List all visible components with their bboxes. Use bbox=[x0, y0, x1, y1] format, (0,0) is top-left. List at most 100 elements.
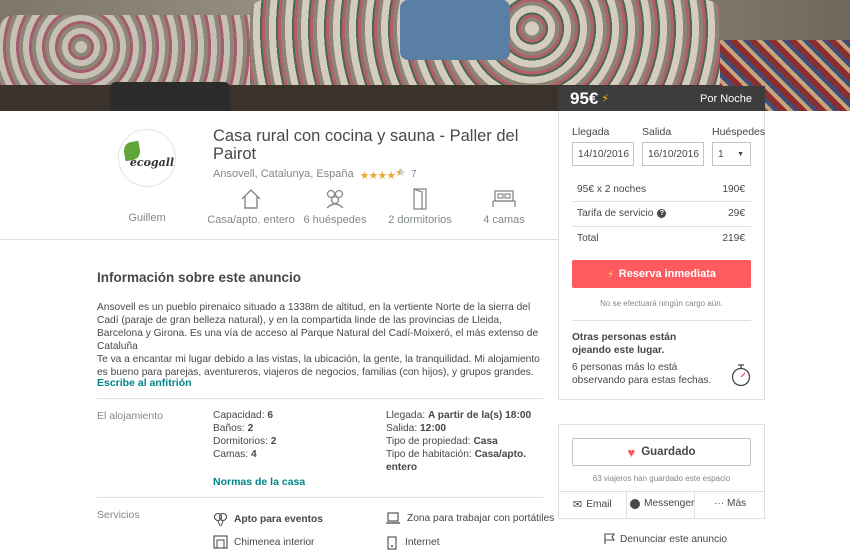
booking-divider bbox=[572, 320, 751, 321]
total-line: Total 219€ bbox=[577, 233, 745, 244]
fireplace-icon bbox=[213, 535, 228, 549]
baths-row: Baños: 2 bbox=[213, 422, 276, 435]
share-more-button[interactable]: ··· Más bbox=[714, 498, 746, 509]
total-label: Total bbox=[577, 233, 599, 244]
heart-icon: ♥ bbox=[627, 444, 636, 460]
laptop-icon bbox=[386, 512, 400, 524]
space-label: El alojamiento bbox=[97, 410, 163, 422]
amenity-label: 2 dormitorios bbox=[388, 214, 452, 226]
nights-line: 95€ x 2 noches 190€ bbox=[577, 184, 745, 195]
baths-label: Baños: bbox=[213, 423, 245, 434]
share-email-button[interactable]: ✉ Email bbox=[573, 498, 612, 511]
service-item: Internet bbox=[385, 535, 440, 550]
saved-button[interactable]: ♥ Guardado bbox=[572, 438, 751, 466]
messenger-icon bbox=[630, 498, 640, 509]
amenity-guests: 6 huéspedes bbox=[287, 188, 383, 226]
capacity-row: Capacidad: 6 bbox=[213, 409, 276, 422]
bedrooms-row: Dormitorios: 2 bbox=[213, 435, 276, 448]
share-divider bbox=[558, 491, 765, 492]
contact-host-link[interactable]: Escribe al anfitrión bbox=[97, 377, 192, 389]
photo-cushion bbox=[400, 0, 510, 60]
share-messenger-label: Messenger bbox=[644, 498, 695, 509]
beds-label: Camas: bbox=[213, 449, 249, 460]
space-details-left: Capacidad: 6 Baños: 2 Dormitorios: 2 Cam… bbox=[213, 409, 276, 461]
share-messenger-button[interactable]: Messenger bbox=[630, 498, 694, 509]
report-listing-link[interactable]: Denunciar este anuncio bbox=[604, 533, 727, 545]
help-icon[interactable]: ? bbox=[657, 209, 667, 218]
description-paragraph-2: Te va a encantar mi lugar debido a las v… bbox=[97, 354, 540, 378]
guests-field-label: Huéspedes bbox=[712, 126, 766, 138]
price-value: 95€ bbox=[570, 88, 599, 108]
price-amount: 95€ ⚡ bbox=[570, 89, 609, 109]
property-type-row: Tipo de propiedad: Casa bbox=[386, 435, 546, 448]
info-divider bbox=[97, 398, 543, 399]
service-item: Zona para trabajar con portátiles bbox=[385, 512, 554, 525]
share-more-label: ··· Más bbox=[714, 498, 747, 509]
balloons-icon bbox=[213, 512, 228, 527]
service-fee-label-group: Tarifa de servicio ? bbox=[577, 208, 667, 219]
price-bar: 95€ ⚡ Por Noche bbox=[558, 86, 765, 111]
host-avatar[interactable]: ecogall bbox=[118, 129, 176, 187]
bedrooms-label: Dormitorios: bbox=[213, 436, 268, 447]
instant-book-label: Reserva inmediata bbox=[618, 268, 716, 280]
saved-label: Guardado bbox=[641, 446, 696, 458]
house-icon bbox=[241, 189, 261, 209]
amenity-room-type: Casa/apto. entero bbox=[203, 188, 299, 226]
service-label: Chimenea interior bbox=[234, 536, 315, 548]
checkout-date-input[interactable]: 16/10/2016 bbox=[642, 142, 704, 166]
checkin-row: Llegada: A partir de la(s) 18:00 bbox=[386, 409, 546, 422]
amenity-label: 6 huéspedes bbox=[303, 214, 367, 226]
service-item: Chimenea interior bbox=[213, 535, 314, 549]
capacity-value: 6 bbox=[267, 410, 274, 421]
stopwatch-icon bbox=[731, 364, 751, 387]
host-name[interactable]: Guillem bbox=[110, 212, 184, 224]
checkout-label: Salida: bbox=[386, 423, 418, 434]
flag-icon bbox=[604, 533, 615, 544]
listing-description: Ansovell es un pueblo pirenaico situado … bbox=[97, 301, 543, 379]
amenity-label: 4 camas bbox=[483, 214, 525, 226]
beds-value: 4 bbox=[250, 449, 257, 460]
saved-count: 63 viajeros han guardado este espacio bbox=[592, 474, 731, 483]
checkin-date-input[interactable]: 14/10/2016 bbox=[572, 142, 634, 166]
nights-total: 190€ bbox=[722, 184, 745, 195]
capacity-label: Capacidad: bbox=[213, 410, 265, 421]
review-count[interactable]: 7 bbox=[411, 169, 417, 180]
instant-book-icon: ⚡ bbox=[601, 93, 610, 105]
bedrooms-value: 2 bbox=[270, 436, 277, 447]
bed-icon bbox=[492, 190, 516, 207]
wifi-router-icon bbox=[387, 536, 397, 550]
baths-value: 2 bbox=[247, 423, 254, 434]
door-icon bbox=[413, 188, 427, 210]
share-separator bbox=[626, 491, 627, 519]
listing-subline: Ansovell, Catalunya, España ★★★★★★ 7 bbox=[213, 166, 417, 182]
amenity-label: Casa/apto. entero bbox=[207, 214, 295, 226]
service-label: Internet bbox=[405, 537, 440, 548]
amenity-beds: 4 camas bbox=[456, 188, 552, 226]
envelope-icon: ✉ bbox=[573, 499, 583, 511]
room-type-label: Tipo de habitación: bbox=[386, 449, 472, 460]
guests-value: 1 bbox=[718, 148, 724, 160]
instant-book-button[interactable]: ⚡ Reserva inmediata bbox=[572, 260, 751, 288]
description-paragraph-1: Ansovell es un pueblo pirenaico situado … bbox=[97, 302, 539, 352]
space-divider bbox=[97, 497, 543, 498]
chevron-down-icon: ▼ bbox=[737, 150, 744, 158]
house-rules-link[interactable]: Normas de la casa bbox=[213, 476, 305, 488]
checkin-field-label: Llegada bbox=[572, 126, 610, 138]
photo-table bbox=[110, 82, 230, 111]
checkin-value: A partir de la(s) 18:00 bbox=[427, 410, 532, 421]
others-viewing-title: Otras personas están ojeando este lugar. bbox=[572, 332, 677, 356]
nights-label: 95€ x 2 noches bbox=[577, 184, 647, 195]
service-fee-line: Tarifa de servicio ? 29€ bbox=[577, 208, 745, 219]
guests-select[interactable]: 1 ▼ bbox=[712, 142, 751, 166]
amenity-bedrooms: 2 dormitorios bbox=[372, 188, 468, 226]
checkout-field-label: Salida bbox=[642, 126, 672, 138]
property-type-value: Casa bbox=[473, 436, 498, 447]
checkout-value: 12:00 bbox=[420, 423, 447, 434]
rating-stars-icon[interactable]: ★★★★★★ bbox=[360, 166, 405, 182]
service-fee-label: Tarifa de servicio bbox=[577, 208, 654, 219]
total-value: 219€ bbox=[722, 233, 745, 244]
listing-title: Casa rural con cocina y sauna - Paller d… bbox=[213, 127, 519, 163]
guests-icon bbox=[326, 189, 344, 209]
service-item: Apto para eventos bbox=[213, 512, 323, 527]
listing-location[interactable]: Ansovell, Catalunya, España bbox=[213, 168, 354, 180]
